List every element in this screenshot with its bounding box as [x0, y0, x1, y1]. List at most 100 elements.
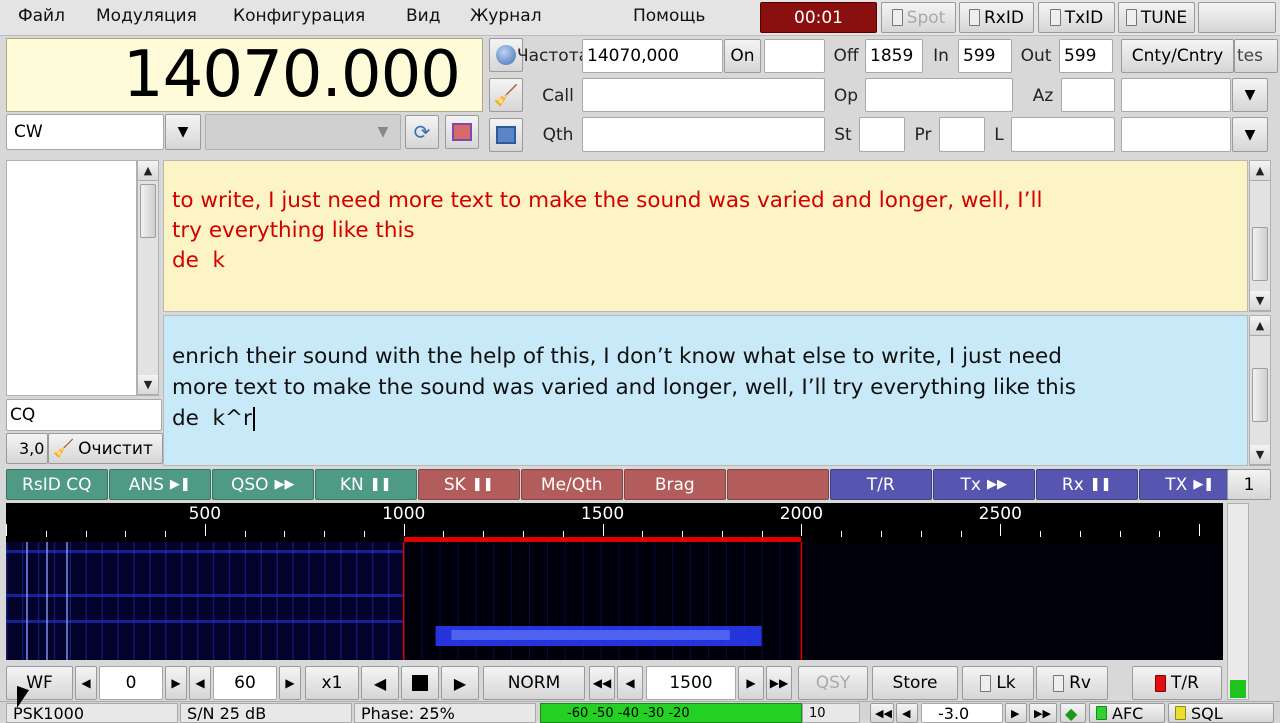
carrier-field[interactable]: 1500 — [646, 666, 736, 700]
afc-toggle[interactable]: AFC — [1089, 703, 1165, 723]
spot-toggle[interactable]: Spot — [881, 2, 956, 33]
on-button[interactable]: On — [724, 39, 761, 73]
transmit-text-pane[interactable]: enrich their sound with the help of this… — [163, 315, 1248, 466]
rst-in-field[interactable]: 599 — [958, 39, 1012, 73]
speed-decrease-button[interactable]: ◀ — [189, 666, 211, 700]
rxid-toggle[interactable]: RxID — [959, 2, 1034, 33]
scrollbar-thumb[interactable] — [140, 184, 156, 238]
country-select[interactable] — [1121, 78, 1231, 112]
squelch-decrease-button[interactable]: ◀ — [896, 703, 918, 723]
txid-toggle[interactable]: TxID — [1038, 2, 1115, 33]
receive-text-pane[interactable]: to write, I just need more text to make … — [163, 160, 1248, 312]
settings-button[interactable] — [445, 115, 479, 149]
squelch-fast-increase-button[interactable]: ▶▶ — [1029, 703, 1057, 723]
mode-dropdown-button[interactable]: ▼ — [165, 114, 201, 150]
squelch-increase-button[interactable]: ▶ — [1005, 703, 1027, 723]
save-log-button[interactable] — [489, 118, 523, 152]
macro-button-7[interactable]: Brag — [624, 469, 726, 500]
receive-scrollbar[interactable]: ▲ ▼ — [1249, 160, 1271, 312]
zoom-button[interactable]: x1 — [305, 666, 359, 700]
frequency-display[interactable]: 14070.000 — [6, 38, 483, 112]
extra-toolbar-button[interactable] — [1198, 2, 1276, 33]
macro-button-9[interactable]: T/R — [830, 469, 932, 500]
macro-button-8[interactable] — [727, 469, 829, 500]
macro-button-3[interactable]: QSO ▶▶ — [212, 469, 314, 500]
refresh-button[interactable]: ⟳ — [405, 115, 439, 149]
cq-field[interactable]: CQ — [6, 399, 162, 431]
scroll-up-icon[interactable]: ▲ — [1250, 316, 1270, 336]
macro-button-12[interactable]: TX ▶❚ — [1139, 469, 1241, 500]
sql-toggle[interactable]: SQL — [1168, 703, 1274, 723]
macro-button-10[interactable]: Tx ▶▶ — [933, 469, 1035, 500]
frequency-field[interactable]: 14070,000 — [582, 39, 723, 73]
menu-view[interactable]: Вид — [406, 6, 440, 30]
macro-button-6[interactable]: Me/Qth — [521, 469, 623, 500]
macro-button-11[interactable]: Rx ❚❚ — [1036, 469, 1138, 500]
scroll-down-icon[interactable]: ▼ — [138, 375, 158, 395]
carrier-fast-increase-button[interactable]: ▶▶ — [766, 666, 792, 700]
scroll-down-icon[interactable]: ▼ — [1250, 445, 1270, 465]
azimuth-field[interactable] — [1061, 78, 1115, 112]
small-value-box[interactable]: 3,0 — [6, 433, 48, 464]
rst-out-field[interactable]: 599 — [1059, 39, 1113, 73]
lock-toggle[interactable]: Lk — [962, 666, 1034, 700]
operator-field[interactable] — [865, 78, 1013, 112]
scroll-up-icon[interactable]: ▲ — [138, 161, 158, 181]
qth-field[interactable] — [582, 117, 825, 152]
offset-increase-button[interactable]: ▶ — [165, 666, 187, 700]
macro-button-1[interactable]: RsID CQ — [6, 469, 108, 500]
clear-log-button[interactable]: 🧹 — [489, 78, 523, 112]
menu-modulation[interactable]: Модуляция — [96, 6, 197, 30]
scrollbar-thumb[interactable] — [1252, 227, 1268, 281]
on-time-field[interactable] — [764, 39, 825, 73]
transmit-scrollbar[interactable]: ▲ ▼ — [1249, 315, 1271, 466]
norm-button[interactable]: NORM — [483, 666, 585, 700]
scrollbar-thumb[interactable] — [1252, 368, 1268, 422]
menu-log[interactable]: Журнал — [470, 6, 542, 30]
menu-configuration[interactable]: Конфигурация — [233, 6, 365, 30]
menu-help[interactable]: Помощь — [633, 6, 705, 30]
mode-select[interactable]: CW — [6, 114, 164, 150]
notes-tab[interactable]: tes — [1234, 39, 1278, 73]
transmit-receive-toggle[interactable]: T/R — [1132, 666, 1222, 700]
tune-toggle[interactable]: TUNE — [1118, 2, 1195, 33]
carrier-increase-button[interactable]: ▶ — [738, 666, 764, 700]
chevron-down-icon[interactable]: ▼ — [365, 114, 401, 150]
rewind-button[interactable]: ◀ — [361, 666, 399, 700]
scroll-down-icon[interactable]: ▼ — [1250, 291, 1270, 311]
macro-button-5[interactable]: SK ❚❚ — [418, 469, 520, 500]
clear-button[interactable]: 🧹 Очистит — [48, 433, 163, 464]
state-field[interactable] — [859, 117, 905, 152]
offset-decrease-button[interactable]: ◀ — [75, 666, 97, 700]
menu-file[interactable]: Файл — [18, 6, 65, 30]
qsy-button[interactable]: QSY — [798, 666, 868, 700]
scroll-up-icon[interactable]: ▲ — [1250, 161, 1270, 181]
play-button[interactable]: ▶ — [441, 666, 479, 700]
speed-field[interactable]: 60 — [213, 666, 277, 700]
macro-button-4[interactable]: KN ❚❚ — [315, 469, 417, 500]
locator-field[interactable] — [1011, 117, 1115, 152]
speed-increase-button[interactable]: ▶ — [279, 666, 301, 700]
heard-list[interactable] — [6, 160, 137, 396]
stop-button[interactable] — [401, 666, 439, 700]
macro-set-button[interactable]: 1 — [1227, 469, 1271, 500]
squelch-field[interactable]: -3.0 — [921, 703, 1003, 723]
call-field[interactable] — [582, 78, 825, 112]
extra-dropdown-button[interactable]: ▼ — [1232, 117, 1268, 152]
off-field[interactable]: 1859 — [865, 39, 923, 73]
frequency-scale[interactable]: 500 1000 1500 2000 2500 — [6, 503, 1223, 542]
offset-field[interactable]: 0 — [99, 666, 163, 700]
squelch-fast-decrease-button[interactable]: ◀◀ — [870, 703, 894, 723]
country-dropdown-button[interactable]: ▼ — [1232, 78, 1268, 112]
waterfall-display[interactable] — [6, 542, 1223, 660]
timer-button[interactable]: 00:01 — [760, 2, 877, 33]
macro-button-2[interactable]: ANS ▶❚ — [109, 469, 211, 500]
reverse-toggle[interactable]: Rv — [1036, 666, 1108, 700]
carrier-decrease-button[interactable]: ◀ — [617, 666, 643, 700]
extra-select[interactable] — [1121, 117, 1231, 152]
country-button[interactable]: Cnty/Cntry — [1121, 39, 1234, 73]
carrier-fast-decrease-button[interactable]: ◀◀ — [589, 666, 615, 700]
province-field[interactable] — [939, 117, 985, 152]
heard-list-scrollbar[interactable]: ▲ ▼ — [137, 160, 159, 396]
store-button[interactable]: Store — [872, 666, 958, 700]
